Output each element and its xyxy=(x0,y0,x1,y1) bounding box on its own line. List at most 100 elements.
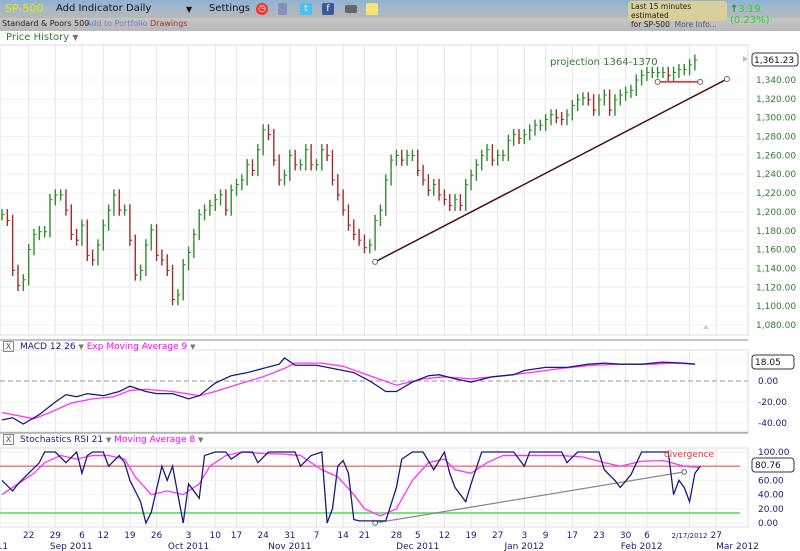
signal-title[interactable]: Exp Moving Average 9 xyxy=(87,342,188,352)
price-change: ↑3.19 (0.23%) xyxy=(730,4,800,26)
date-tick-label: 14 xyxy=(337,531,349,541)
date-tick-label: 5 xyxy=(415,531,421,541)
date-tick-label: 22 xyxy=(23,531,34,541)
stoch-title[interactable]: Stochastics RSI 21 xyxy=(20,435,103,445)
dropdown-icon[interactable]: ▼ xyxy=(106,436,111,444)
price-axis-label: 1,160.00 xyxy=(756,246,796,256)
last-price: 1,361.23 xyxy=(754,56,794,66)
date-tick-label: 6 xyxy=(644,531,650,541)
price-axis-label: 1,180.00 xyxy=(756,227,796,237)
interval-select[interactable]: Daily xyxy=(126,3,151,14)
date-tick-label: 3 xyxy=(521,531,527,541)
price-axis-label: 1,260.00 xyxy=(756,151,796,161)
date-tick-label: 10 xyxy=(209,531,221,541)
divergence-annotation: divergence xyxy=(664,450,715,460)
macd-axis-label: 0.00 xyxy=(758,377,778,387)
drawings-link[interactable]: Drawings xyxy=(150,19,187,28)
month-label: Mar 2012 xyxy=(716,542,759,551)
date-tick-label: 19 xyxy=(124,531,136,541)
date-tick-label: 29 xyxy=(50,531,62,541)
macd-title[interactable]: MACD 12 26 xyxy=(20,342,76,352)
scroll-marker-icon xyxy=(703,325,709,329)
macd-axis-label: -20.00 xyxy=(758,398,787,408)
month-label: Nov 2011 xyxy=(268,542,311,551)
last-price-box xyxy=(751,52,799,67)
price-history-title: Price History xyxy=(6,32,70,43)
stoch-last-value: 80.76 xyxy=(755,461,781,471)
delay-symbol: for SP-500 xyxy=(631,20,670,29)
add-to-portfolio-link[interactable]: Add to Portfolio xyxy=(86,19,148,28)
macd-line xyxy=(1,357,695,425)
price-axis-label: 1,320.00 xyxy=(756,95,796,105)
settings-button[interactable]: Settings xyxy=(209,3,250,14)
price-axis-label: 1,100.00 xyxy=(756,302,796,312)
delay-notice-text: Last 15 minutes estimated xyxy=(631,2,692,20)
divergence-trendline-handle xyxy=(372,520,378,526)
more-info-link[interactable]: More Info... xyxy=(675,20,717,29)
date-tick-label: 27 xyxy=(710,531,721,541)
month-label: Sep 2011 xyxy=(50,542,93,551)
support-line-handle xyxy=(654,78,661,85)
support-line-handle xyxy=(697,78,704,85)
price-history-header[interactable]: Price History ▼ xyxy=(6,32,79,43)
stoch-axis-label: 0.00 xyxy=(758,519,778,529)
twitter-icon[interactable]: t xyxy=(300,3,312,15)
date-tick-label: 21 xyxy=(359,531,370,541)
ma-title[interactable]: Moving Average 8 xyxy=(114,435,195,445)
stoch-axis-label: 40.00 xyxy=(758,491,784,501)
dropdown-icon[interactable]: ▼ xyxy=(190,343,195,351)
price-axis-label: 1,120.00 xyxy=(756,283,796,293)
dropdown-icon[interactable]: ▼ xyxy=(72,33,78,42)
stoch-axis-label: 20.00 xyxy=(758,505,784,515)
date-tick-label: 7 xyxy=(314,531,320,541)
price-axis-label: 1,240.00 xyxy=(756,170,796,180)
dropdown-icon[interactable]: ▼ xyxy=(78,343,83,351)
macd-header: X MACD 12 26 ▼ Exp Moving Average 9 ▼ xyxy=(3,341,196,352)
macd-value-box xyxy=(751,354,795,370)
camera-icon[interactable] xyxy=(345,5,357,13)
facebook-icon[interactable]: f xyxy=(322,3,334,15)
panel-frame xyxy=(0,44,749,336)
close-macd-icon[interactable]: X xyxy=(3,341,14,352)
date-tick-label: 27 xyxy=(492,531,503,541)
date-tick-label: 17 xyxy=(567,531,578,541)
dropdown-icon[interactable]: ▼ xyxy=(198,436,203,444)
trendline-handle xyxy=(372,258,379,265)
index-name: Standard & Poors 500 xyxy=(2,19,90,28)
price-axis-label: 1,140.00 xyxy=(756,264,796,274)
projection-annotation: projection 1364-1370 xyxy=(550,57,658,68)
chart-canvas[interactable]: 1,080.00 1,100.00 1,120.00 1,140.00 1,160.00… xyxy=(0,0,800,551)
signal-line xyxy=(1,362,695,420)
macd-last-value: 18.05 xyxy=(755,358,781,368)
date-tick-label: 12 xyxy=(98,531,109,541)
add-indicator-button[interactable]: Add Indicator xyxy=(56,3,123,14)
date-tick-label: 28 xyxy=(391,531,403,541)
date-tick-label: 2/17/2012 xyxy=(672,532,708,540)
date-tick-label: 17 xyxy=(231,531,242,541)
stoch-rsi-line xyxy=(1,450,701,525)
delay-notice: Last 15 minutes estimated for SP-500 Mor… xyxy=(628,1,727,29)
date-tick-label: 6 xyxy=(79,531,85,541)
divergence-trendline xyxy=(374,471,685,524)
alarm-clock-icon[interactable]: ◷ xyxy=(256,3,268,15)
sticky-note-icon[interactable] xyxy=(366,3,378,15)
stoch-axis-label: 100.00 xyxy=(758,448,790,458)
month-label: Dec 2011 xyxy=(396,542,439,551)
month-label: Feb 2012 xyxy=(621,542,663,551)
database-icon[interactable] xyxy=(278,3,287,15)
stoch-header: X Stochastics RSI 21 ▼ Moving Average 8 ▼ xyxy=(3,434,203,445)
macd-axis-label: -40.00 xyxy=(758,419,787,429)
close-stoch-icon[interactable]: X xyxy=(3,434,14,445)
symbol[interactable]: SP-500 xyxy=(5,2,43,15)
date-tick-label: 12 xyxy=(439,531,450,541)
interval-dropdown-icon[interactable]: ▼ xyxy=(186,5,192,14)
month-label: Jan 2012 xyxy=(504,542,545,551)
date-tick-label: 30 xyxy=(620,531,632,541)
panel-frame xyxy=(0,447,749,528)
price-axis-label: 1,300.00 xyxy=(756,114,796,124)
date-tick-label: 26 xyxy=(151,531,163,541)
month-label: 2011 xyxy=(0,542,8,551)
panel-frame xyxy=(0,349,749,433)
date-tick-label: 3 xyxy=(186,531,192,541)
price-axis-label: 1,280.00 xyxy=(756,133,796,143)
